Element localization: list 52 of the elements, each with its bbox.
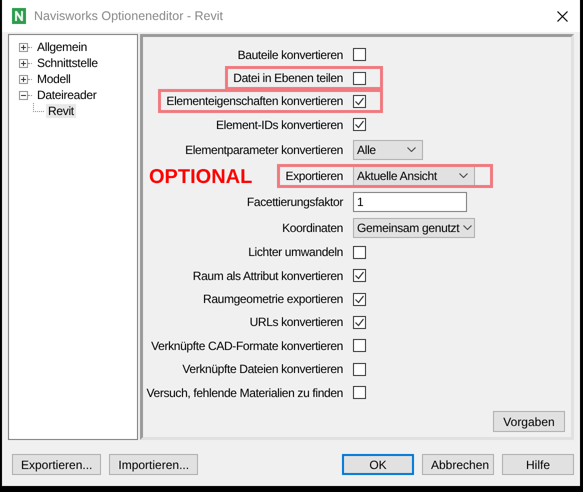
- dialog-button[interactable]: Exportieren...: [12, 454, 102, 475]
- option-label: Raumgeometrie exportieren: [203, 292, 343, 306]
- chevron-down-icon: [463, 225, 472, 230]
- checkbox[interactable]: [353, 339, 366, 352]
- dropdown[interactable]: Alle: [353, 140, 423, 160]
- expand-icon[interactable]: [19, 74, 28, 84]
- checkbox[interactable]: [353, 292, 366, 306]
- option-label: Raum als Attribut konvertieren: [192, 268, 343, 283]
- option-label: Element-IDs konvertieren: [216, 118, 343, 132]
- expand-icon[interactable]: [19, 58, 28, 68]
- dialog-button[interactable]: Abbrechen: [422, 454, 494, 475]
- defaults-button[interactable]: Vorgaben: [493, 411, 565, 432]
- expand-icon[interactable]: [19, 42, 28, 52]
- option-label: URLs konvertieren: [250, 315, 343, 330]
- checkbox[interactable]: [353, 246, 366, 259]
- option-label: Elementeigenschaften konvertieren: [166, 94, 343, 108]
- tree-item[interactable]: Allgemein: [35, 40, 89, 54]
- dropdown[interactable]: Aktuelle Ansicht: [353, 166, 475, 186]
- option-label: Facettierungsfaktor: [246, 194, 343, 209]
- chevron-down-icon: [459, 173, 468, 178]
- window-title: Navisworks Optioneneditor - Revit: [34, 9, 224, 23]
- annotation-label: OPTIONAL: [149, 166, 252, 189]
- tree-item[interactable]: Revit: [46, 104, 76, 118]
- tree-item[interactable]: Dateireader: [35, 88, 98, 102]
- option-label: Bauteile konvertieren: [238, 48, 343, 62]
- tree-item[interactable]: Modell: [35, 72, 73, 86]
- input-field[interactable]: 1: [353, 192, 467, 212]
- dialog-button[interactable]: Hilfe: [502, 454, 574, 475]
- dialog-button[interactable]: OK: [342, 454, 414, 475]
- dialog-button[interactable]: Importieren...: [109, 454, 198, 475]
- checkbox[interactable]: [353, 386, 366, 400]
- option-label: Exportieren: [285, 168, 343, 183]
- close-icon[interactable]: [557, 10, 568, 22]
- option-label: Lichter umwandeln: [248, 245, 343, 260]
- option-label: Elementparameter konvertieren: [185, 142, 343, 157]
- checkbox[interactable]: [353, 269, 366, 282]
- checkbox[interactable]: [353, 362, 366, 376]
- option-label: Verknüpfte CAD-Formate konvertieren: [151, 338, 343, 353]
- app-logo-icon: [12, 8, 26, 24]
- chevron-down-icon: [407, 147, 416, 152]
- dropdown[interactable]: Gemeinsam genutzt: [353, 218, 475, 238]
- checkbox[interactable]: [353, 72, 366, 85]
- tree-item[interactable]: Schnittstelle: [35, 56, 100, 70]
- option-label: Koordinaten: [282, 220, 343, 235]
- option-label: Datei in Ebenen teilen: [233, 71, 343, 86]
- checkbox[interactable]: [353, 118, 366, 132]
- checkbox[interactable]: [353, 316, 366, 329]
- checkbox[interactable]: [353, 94, 366, 108]
- collapse-icon[interactable]: [19, 90, 28, 100]
- option-label: Versuch, fehlende Materialien zu finden: [146, 386, 343, 400]
- checkbox[interactable]: [353, 48, 366, 62]
- option-label: Verknüpfte Dateien konvertieren: [182, 362, 343, 376]
